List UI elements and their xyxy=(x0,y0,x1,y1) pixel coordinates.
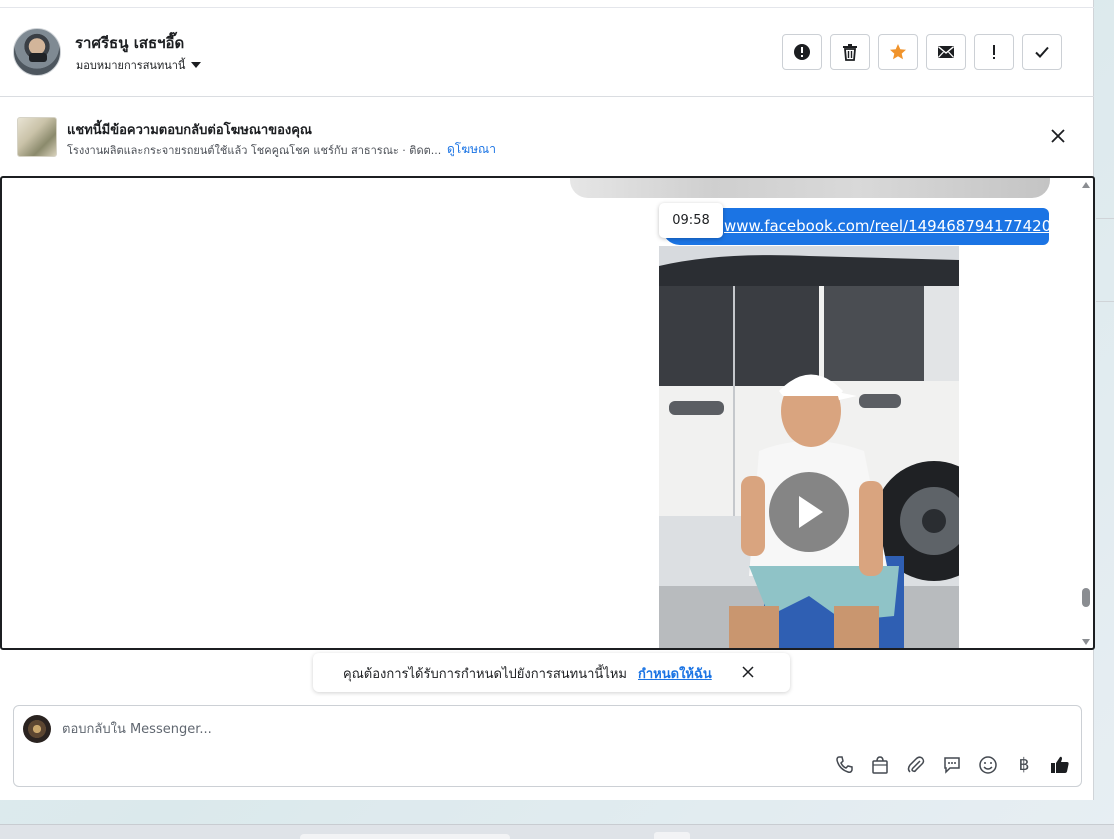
shopping-bag-icon xyxy=(872,756,888,774)
assign-reminder-toast: คุณต้องการได้รับการกำหนดไปยังการสนทนานี้… xyxy=(313,653,790,692)
os-taskbar xyxy=(0,824,1114,839)
ad-thumbnail xyxy=(17,117,57,157)
scrollbar-thumb[interactable] xyxy=(1082,588,1090,607)
phone-icon xyxy=(836,756,853,773)
scroll-up-arrow[interactable] xyxy=(1082,182,1090,188)
alert-circle-icon xyxy=(794,44,810,60)
paperclip-icon xyxy=(907,756,925,773)
close-icon[interactable] xyxy=(1048,126,1068,146)
emoji-icon xyxy=(979,756,997,774)
trash-icon xyxy=(843,44,857,61)
conversation-panel: ราศรีธนู เสธฯอี๊ด มอบหมายการสนทนานี้ แชท… xyxy=(0,0,1095,800)
reply-input[interactable] xyxy=(62,719,962,739)
page-avatar xyxy=(23,715,51,743)
ad-reply-banner: แชทนี้มีข้อความตอบกลับต่อโฆษณาของคุณ โรง… xyxy=(0,98,1094,176)
conversation-header: ราศรีธนู เสธฯอี๊ด มอบหมายการสนทนานี้ xyxy=(0,8,1094,97)
follow-up-button[interactable] xyxy=(974,34,1014,70)
header-actions xyxy=(782,34,1062,70)
message-thread[interactable]: www.facebook.com/reel/1494687941774208 0… xyxy=(0,176,1095,650)
attach-button[interactable] xyxy=(905,754,927,776)
reply-composer: ฿ xyxy=(13,705,1082,787)
call-button[interactable] xyxy=(833,754,855,776)
thumbs-up-icon xyxy=(1051,756,1069,773)
video-thumbnail xyxy=(659,246,959,648)
close-icon[interactable] xyxy=(741,665,755,679)
taskbar-item[interactable] xyxy=(300,834,510,839)
taskbar-item[interactable] xyxy=(654,832,690,839)
exclamation-icon xyxy=(993,45,995,59)
contact-name[interactable]: ราศรีธนู เสธฯอี๊ด xyxy=(75,31,184,55)
contact-avatar[interactable] xyxy=(13,28,61,76)
mark-unread-button[interactable] xyxy=(926,34,966,70)
assign-to-me-link[interactable]: กำหนดให้ฉัน xyxy=(638,663,712,684)
shop-button[interactable] xyxy=(869,754,891,776)
assign-dropdown[interactable]: มอบหมายการสนทนานี้ xyxy=(76,56,202,74)
ad-banner-title: แชทนี้มีข้อความตอบกลับต่อโฆษณาของคุณ xyxy=(67,123,312,138)
reel-video-preview[interactable] xyxy=(659,246,959,648)
star-icon xyxy=(890,44,906,60)
reminder-text: คุณต้องการได้รับการกำหนดไปยังการสนทนานี้… xyxy=(343,667,627,682)
emoji-button[interactable] xyxy=(977,754,999,776)
view-ad-link[interactable]: ดูโฆษณา xyxy=(447,140,496,159)
spam-button[interactable] xyxy=(782,34,822,70)
divider xyxy=(1096,301,1114,302)
ad-banner-subtitle: โรงงานผลิตและกระจายรถยนต์ใช้แล้ว โชคคูณโ… xyxy=(67,144,442,157)
chevron-down-icon xyxy=(191,62,202,68)
check-icon xyxy=(1035,46,1049,58)
star-button[interactable] xyxy=(878,34,918,70)
baht-icon[interactable]: ฿ xyxy=(1013,754,1035,776)
divider xyxy=(1096,218,1114,219)
scroll-down-arrow[interactable] xyxy=(1082,639,1090,645)
envelope-icon xyxy=(938,46,954,58)
saved-reply-icon xyxy=(944,757,960,774)
saved-replies-button[interactable] xyxy=(941,754,963,776)
composer-toolbar: ฿ xyxy=(833,754,1071,776)
timestamp-tooltip: 09:58 xyxy=(659,203,723,238)
previous-media-message[interactable] xyxy=(570,178,1050,198)
assign-label: มอบหมายการสนทนานี้ xyxy=(76,59,186,72)
delete-button[interactable] xyxy=(830,34,870,70)
like-button[interactable] xyxy=(1049,754,1071,776)
mark-done-button[interactable] xyxy=(1022,34,1062,70)
